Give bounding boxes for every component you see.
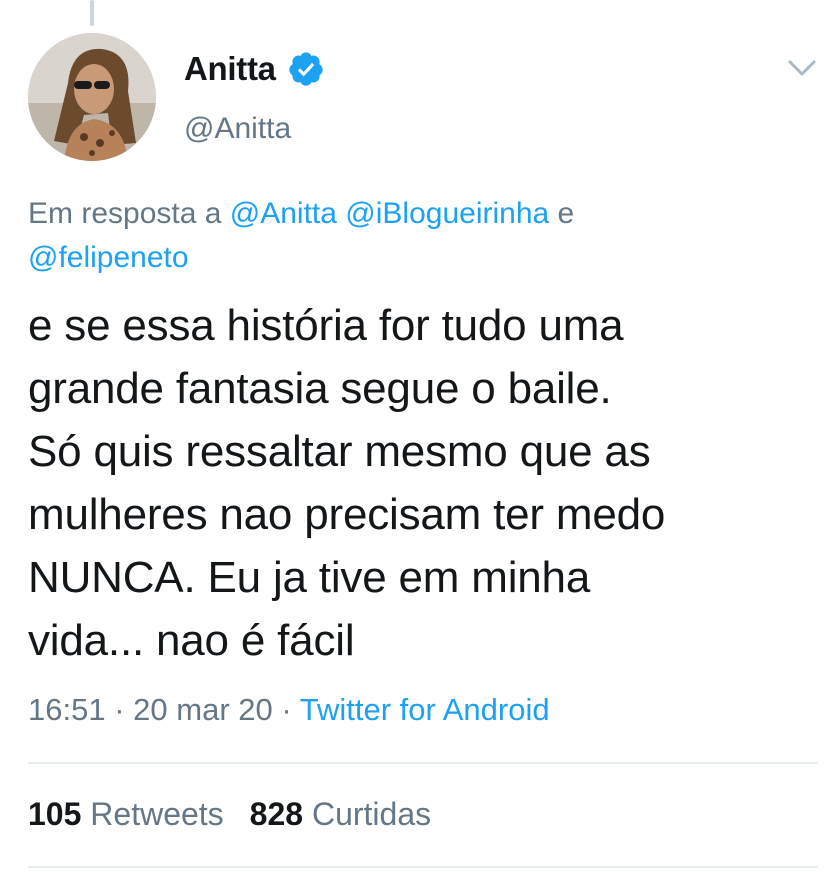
tweet-meta: 16:51 · 20 mar 20 · Twitter for Android	[28, 692, 550, 728]
chevron-down-icon[interactable]	[786, 56, 818, 80]
reply-prefix: Em resposta a	[28, 197, 222, 230]
likes-stat[interactable]: 828 Curtidas	[250, 796, 431, 832]
tweet-source-link[interactable]: Twitter for Android	[300, 692, 550, 727]
avatar[interactable]	[28, 33, 156, 161]
tweet-text-line: NUNCA. Eu ja tive em minha	[28, 553, 591, 602]
retweets-count: 105	[28, 796, 82, 832]
tweet-time[interactable]: 16:51	[28, 692, 106, 727]
tweet-text-line: e se essa história for tudo uma	[28, 301, 624, 350]
reply-conjunction: e	[557, 197, 575, 230]
retweets-stat[interactable]: 105 Retweets	[28, 796, 224, 832]
tweet-stats: 105 Retweets 828 Curtidas	[28, 796, 431, 833]
reply-context: Em resposta a @Anitta @iBlogueirinha e @…	[28, 192, 808, 280]
likes-count: 828	[249, 796, 304, 832]
tweet-text-line: Só quis ressaltar mesmo que as	[28, 427, 651, 476]
mention-link[interactable]: @Anitta	[230, 197, 337, 230]
divider	[28, 866, 818, 868]
meta-separator: ·	[281, 692, 292, 727]
tweet-text-line: mulheres nao precisam ter medo	[28, 490, 666, 539]
mention-link[interactable]: @felipeneto	[28, 241, 189, 274]
mention-link[interactable]: @iBlogueirinha	[345, 197, 549, 230]
thread-connector-line	[90, 0, 94, 26]
author-handle[interactable]: @Anitta	[184, 112, 291, 146]
divider	[28, 762, 818, 764]
tweet-text: e se essa história for tudo uma grande f…	[28, 294, 808, 672]
tweet-text-line: grande fantasia segue o baile.	[28, 364, 612, 413]
tweet-text-line: vida... nao é fácil	[28, 616, 355, 665]
retweets-label: Retweets	[90, 796, 224, 832]
tweet-date[interactable]: 20 mar 20	[133, 692, 273, 727]
avatar-photo	[28, 33, 156, 161]
likes-label: Curtidas	[311, 796, 432, 832]
verified-badge-icon	[289, 52, 323, 86]
meta-separator: ·	[114, 692, 125, 727]
author-display-name[interactable]: Anitta	[184, 50, 276, 88]
